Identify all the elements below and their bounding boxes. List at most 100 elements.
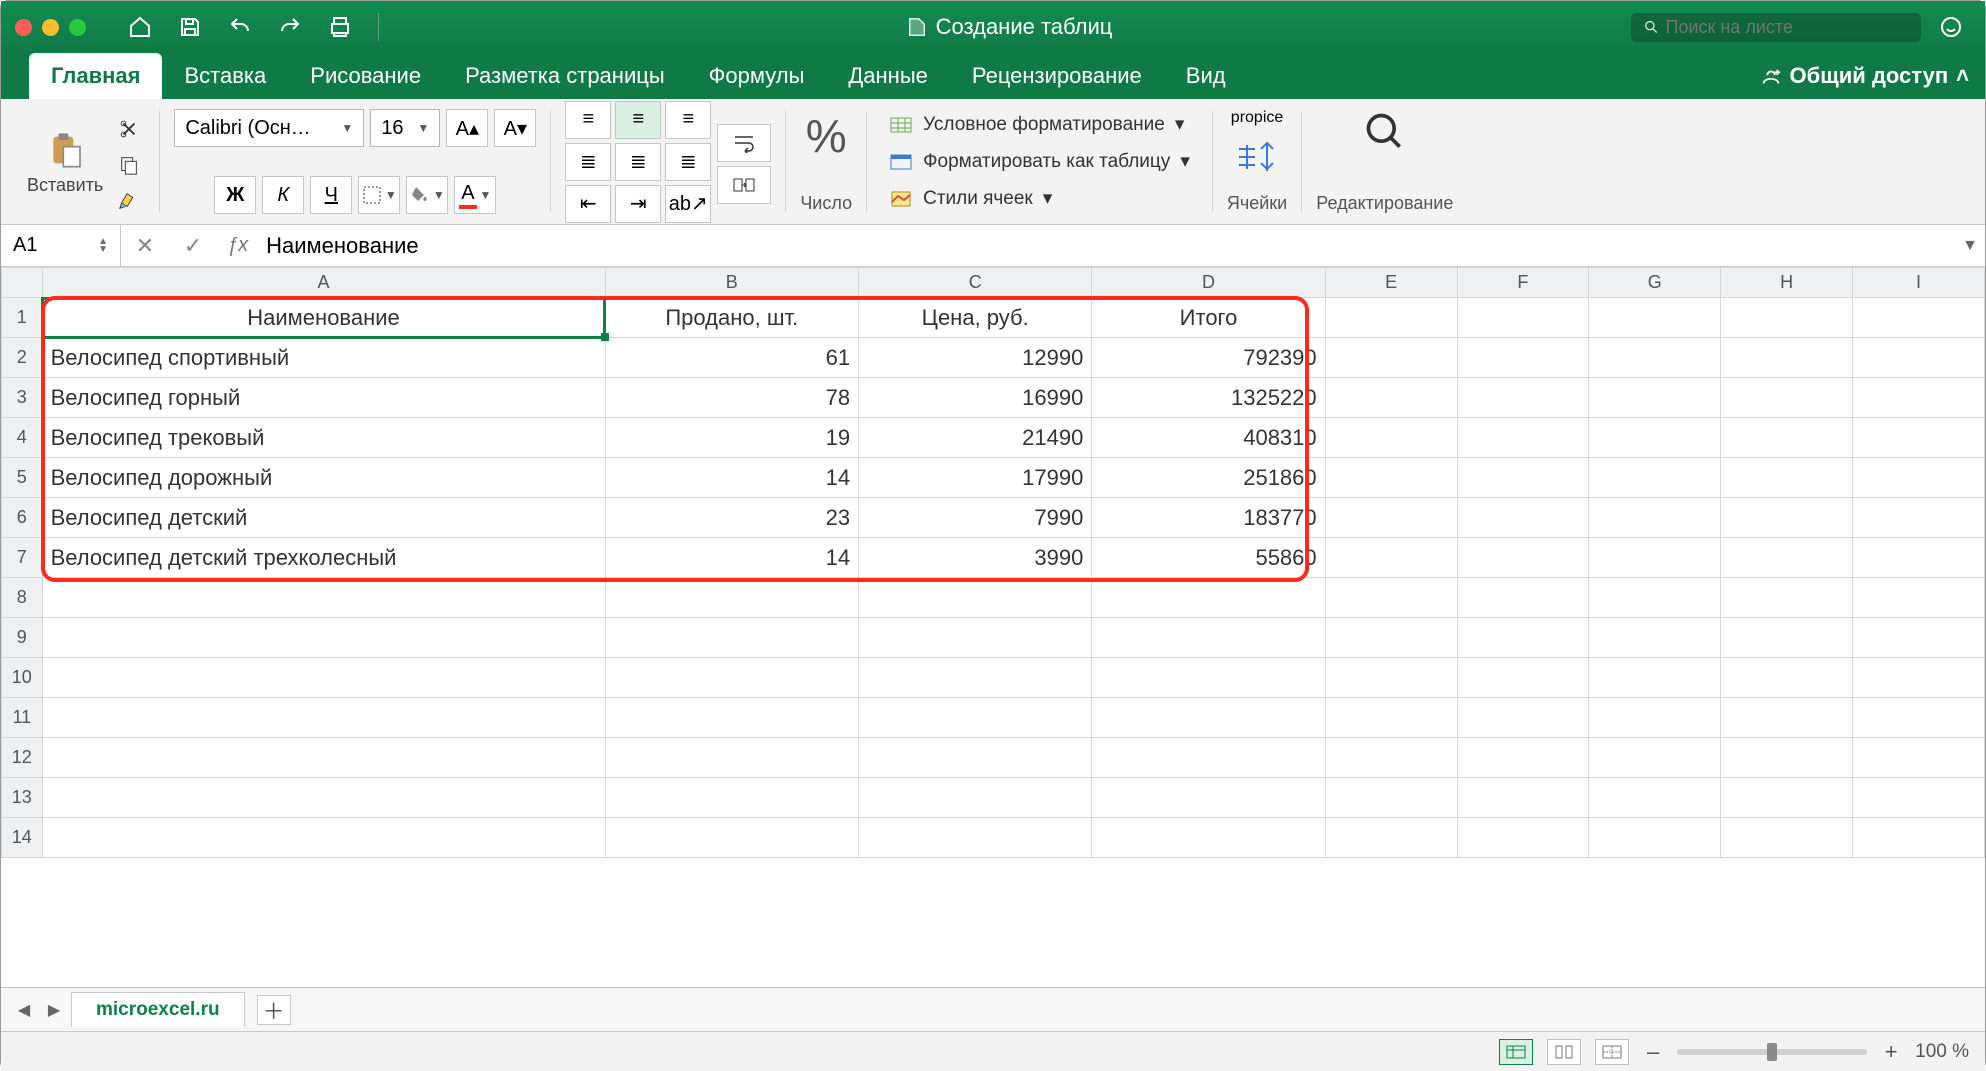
cell[interactable] — [605, 618, 859, 658]
cell[interactable] — [1721, 738, 1853, 778]
cell[interactable] — [1092, 818, 1325, 858]
col-header[interactable]: E — [1325, 268, 1457, 298]
format-painter-icon[interactable] — [113, 187, 145, 215]
cell[interactable]: 183770 — [1092, 498, 1325, 538]
cell[interactable] — [1853, 298, 1985, 338]
cell[interactable] — [1853, 818, 1985, 858]
tab-page-layout[interactable]: Разметка страницы — [443, 53, 687, 99]
cell[interactable] — [1589, 498, 1721, 538]
cell[interactable] — [859, 578, 1092, 618]
cell[interactable] — [1589, 658, 1721, 698]
align-bottom-icon[interactable]: ≡ — [665, 101, 711, 139]
cell[interactable]: Итого — [1092, 298, 1325, 338]
cell[interactable]: Наименование — [42, 298, 605, 338]
merge-cells-icon[interactable] — [717, 166, 771, 204]
row-header[interactable]: 2 — [2, 338, 43, 378]
cell[interactable] — [605, 698, 859, 738]
cell[interactable] — [1457, 378, 1589, 418]
redo-icon[interactable] — [270, 7, 310, 47]
cell[interactable] — [1092, 778, 1325, 818]
align-top-icon[interactable]: ≡ — [565, 101, 611, 139]
close-window-button[interactable] — [15, 19, 32, 36]
zoom-in-button[interactable]: + — [1881, 1039, 1901, 1065]
cell[interactable] — [1853, 538, 1985, 578]
cell[interactable] — [1457, 578, 1589, 618]
cell[interactable] — [859, 658, 1092, 698]
cell[interactable] — [1589, 618, 1721, 658]
cell[interactable]: 14 — [605, 458, 859, 498]
cell[interactable]: 12990 — [859, 338, 1092, 378]
col-header[interactable]: H — [1721, 268, 1853, 298]
paste-button[interactable]: Вставить — [27, 127, 103, 196]
sheet-nav-next-icon[interactable]: ▶ — [41, 997, 67, 1023]
copy-icon[interactable] — [113, 151, 145, 179]
cell[interactable] — [42, 818, 605, 858]
cell[interactable] — [42, 698, 605, 738]
cell[interactable] — [1853, 338, 1985, 378]
col-header[interactable]: F — [1457, 268, 1589, 298]
cell[interactable]: 7990 — [859, 498, 1092, 538]
cell[interactable]: Велосипед горный — [42, 378, 605, 418]
fx-label[interactable]: ƒx — [217, 225, 258, 266]
cell[interactable] — [1589, 578, 1721, 618]
cell[interactable]: 17990 — [859, 458, 1092, 498]
cell[interactable] — [1325, 698, 1457, 738]
underline-button[interactable]: Ч — [310, 176, 352, 214]
cell[interactable]: Продано, шт. — [605, 298, 859, 338]
cell[interactable] — [1853, 578, 1985, 618]
tab-view[interactable]: Вид — [1164, 53, 1248, 99]
cell[interactable] — [1853, 738, 1985, 778]
decrease-indent-icon[interactable]: ⇤ — [565, 185, 611, 223]
table-row[interactable]: 7Велосипед детский трехколесный143990558… — [2, 538, 1985, 578]
row-header[interactable]: 14 — [2, 818, 43, 858]
home-icon[interactable] — [120, 7, 160, 47]
row-header[interactable]: 6 — [2, 498, 43, 538]
fill-color-icon[interactable]: ▼ — [406, 176, 448, 214]
cell[interactable] — [1721, 658, 1853, 698]
cell[interactable] — [1853, 378, 1985, 418]
table-row[interactable]: 14 — [2, 818, 1985, 858]
cell[interactable] — [859, 698, 1092, 738]
add-sheet-button[interactable]: ＋ — [257, 995, 291, 1025]
cell[interactable] — [1325, 418, 1457, 458]
cell[interactable] — [1325, 818, 1457, 858]
font-color-icon[interactable]: А▼ — [454, 176, 496, 214]
bold-button[interactable]: Ж — [214, 176, 256, 214]
editing-button[interactable] — [1362, 109, 1408, 155]
cell[interactable] — [1721, 618, 1853, 658]
cell[interactable] — [605, 778, 859, 818]
cell[interactable] — [1721, 378, 1853, 418]
cell[interactable]: 55860 — [1092, 538, 1325, 578]
cell[interactable]: 23 — [605, 498, 859, 538]
borders-icon[interactable]: ▼ — [358, 176, 400, 214]
cell[interactable] — [1457, 818, 1589, 858]
cell[interactable] — [1721, 778, 1853, 818]
sheet-tab[interactable]: microexcel.ru — [71, 992, 245, 1027]
cell[interactable] — [1457, 618, 1589, 658]
align-center-icon[interactable]: ≣ — [615, 143, 661, 181]
number-format-button[interactable]: % — [806, 109, 847, 163]
align-middle-icon[interactable]: ≡ — [615, 101, 661, 139]
cell[interactable] — [1325, 658, 1457, 698]
cell[interactable] — [1721, 418, 1853, 458]
view-page-break-icon[interactable] — [1595, 1039, 1629, 1065]
cell[interactable] — [1325, 738, 1457, 778]
name-box[interactable]: A1 ▲▼ — [1, 225, 121, 266]
cell[interactable] — [1457, 658, 1589, 698]
row-header[interactable]: 9 — [2, 618, 43, 658]
increase-font-icon[interactable]: A▴ — [446, 109, 488, 147]
cell[interactable]: Велосипед детский — [42, 498, 605, 538]
cell[interactable]: Цена, руб. — [859, 298, 1092, 338]
cell[interactable] — [1457, 458, 1589, 498]
tab-home[interactable]: Главная — [29, 53, 162, 99]
cell[interactable] — [1721, 498, 1853, 538]
cell[interactable]: 19 — [605, 418, 859, 458]
cell[interactable]: 1325220 — [1092, 378, 1325, 418]
undo-icon[interactable] — [220, 7, 260, 47]
cell[interactable] — [1325, 458, 1457, 498]
minimize-window-button[interactable] — [42, 19, 59, 36]
cell[interactable]: 408310 — [1092, 418, 1325, 458]
cell[interactable] — [1457, 738, 1589, 778]
cell[interactable] — [1721, 458, 1853, 498]
format-as-table-button[interactable]: Форматировать как таблицу ▾ — [881, 146, 1198, 177]
